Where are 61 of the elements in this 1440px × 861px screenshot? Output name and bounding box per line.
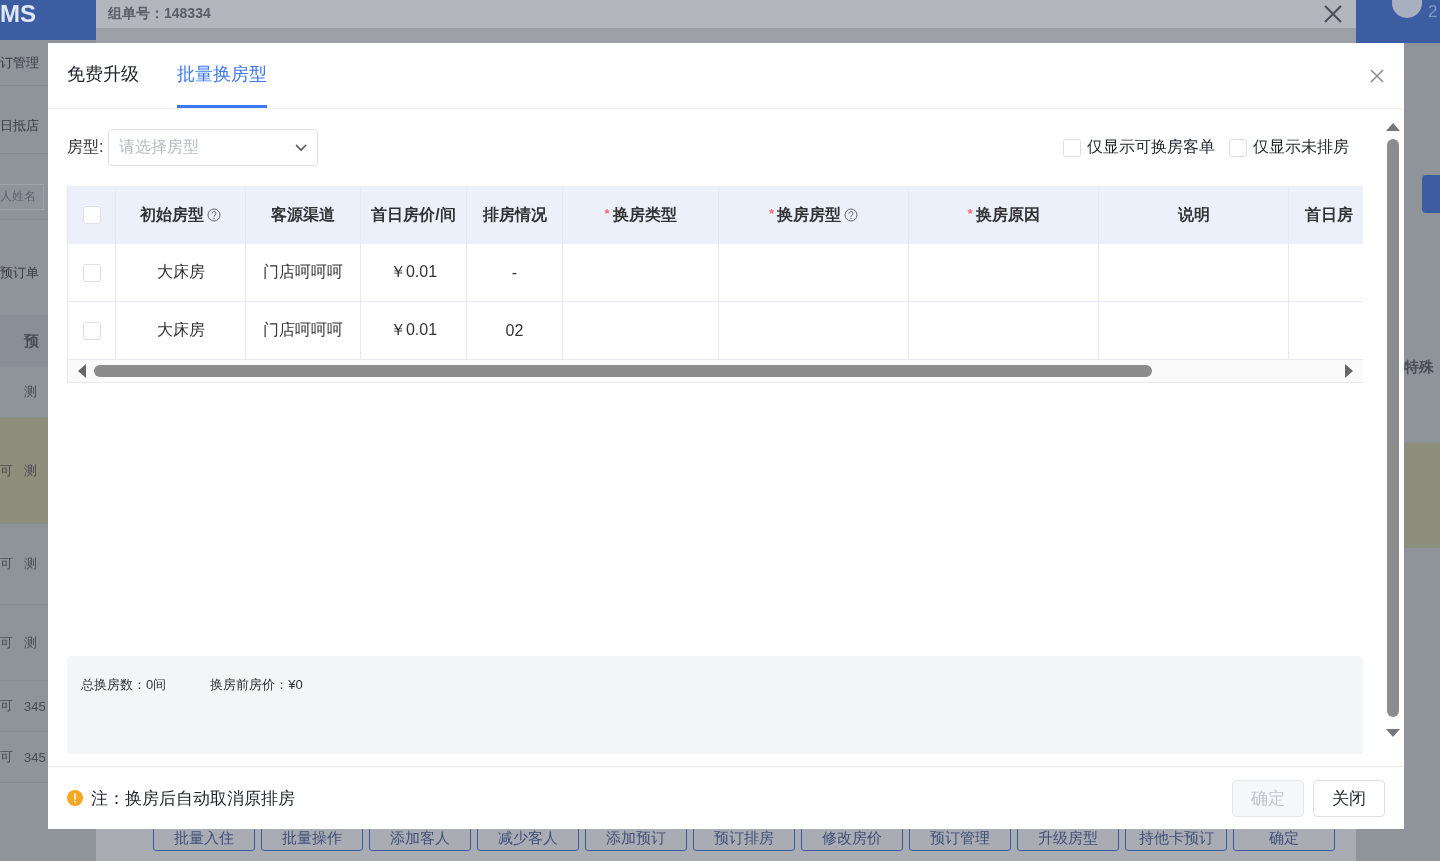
user-name: 2 [1428,2,1438,22]
summary-text: 总换房数：0间 [81,676,167,694]
chevron-down-icon [295,143,308,152]
tab[interactable]: 批量换房型 [177,43,267,108]
row-checkbox[interactable] [82,321,101,340]
scroll-up-icon[interactable] [1386,123,1400,131]
column-header: 首日房价/间 [371,204,456,225]
sidebar-item[interactable]: 订管理 [0,53,39,72]
table-cell: 门店呵呵呵 [246,244,361,302]
table-cell: 测 [24,633,37,652]
warning-icon [67,790,83,806]
avatar-icon[interactable] [1392,0,1422,18]
column-header: 换房类型 [612,204,677,225]
group-number: 组单号：148334 [108,5,211,23]
scroll-right-icon[interactable] [1345,364,1353,378]
scrollbar-thumb[interactable] [94,365,1152,377]
table-cell: - [467,244,563,302]
table-cell: 345 [24,749,46,765]
order-count-label: 预订单 [0,263,39,282]
room-type-select[interactable]: 请选择房型 [108,129,319,166]
tab[interactable]: 免费升级 [67,43,139,108]
sidebar-item[interactable]: 日抵店 [0,116,39,135]
row-checkbox[interactable] [82,263,101,282]
required-mark: * [604,205,610,221]
filter-checkbox[interactable]: 仅显示可换房客单 [1063,137,1215,158]
table-cell: 可 [0,698,13,713]
column-header: 初始房型 [140,204,204,225]
column-header: 换房原因 [975,204,1040,225]
help-icon[interactable] [207,208,221,222]
close-icon[interactable] [1324,5,1342,23]
column-header: 换房房型 [777,204,842,225]
column-header: 首日房 [1305,204,1353,225]
column-header: 特殊 [1404,357,1434,377]
room-type-label: 房型: [67,137,104,157]
app-logo: MS [0,0,36,28]
scroll-left-icon[interactable] [78,364,86,378]
table-cell: 测 [24,383,37,401]
table-cell: 345 [24,698,46,714]
table-cell: 测 [24,555,37,573]
table-cell: 可 [0,749,13,764]
column-header: 说明 [1177,204,1210,225]
column-header: 预 [24,331,39,351]
filter-checkbox[interactable]: 仅显示未排房 [1229,137,1349,158]
close-icon[interactable] [1369,67,1385,84]
required-mark: * [967,205,973,221]
table-cell: ￥0.01 [361,244,467,302]
scrollbar-thumb[interactable] [1387,139,1399,717]
table-cell: 大床房 [116,244,246,302]
column-header: 排房情况 [482,204,547,225]
note-text: 注：换房后自动取消原排房 [91,787,295,810]
summary-text: 换房前房价：¥0 [210,676,303,694]
table-cell: 可 [0,462,13,478]
select-all-checkbox[interactable] [82,206,101,224]
dialog-button[interactable]: 关闭 [1313,779,1385,817]
table-cell: 可 [0,634,13,650]
column-header: 客源渠道 [271,204,335,225]
scroll-down-icon[interactable] [1386,729,1400,737]
table-cell: 测 [24,461,37,480]
required-mark: * [768,205,775,221]
table-cell: 可 [0,556,13,571]
help-icon[interactable] [844,208,859,222]
